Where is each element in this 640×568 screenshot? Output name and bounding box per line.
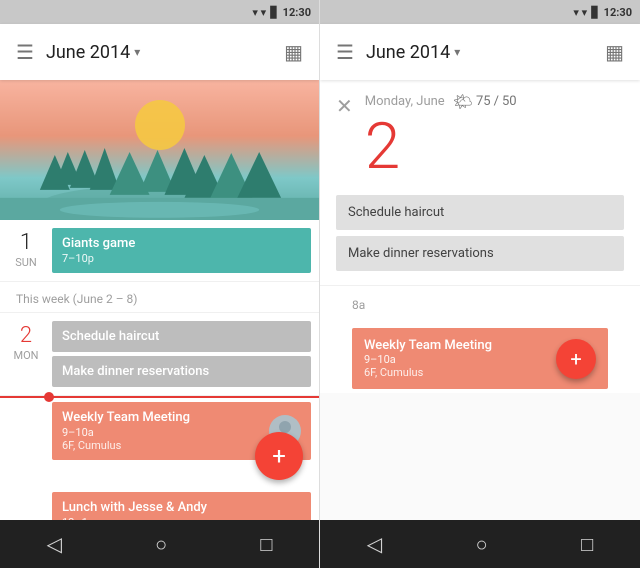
- time-left: 12:30: [283, 6, 311, 19]
- detail-dinner-reservations[interactable]: Make dinner reservations: [336, 236, 624, 271]
- month-year-left: June 2014: [46, 42, 130, 63]
- day-num-2: 2: [20, 325, 32, 347]
- back-button-right[interactable]: ◁: [351, 524, 398, 564]
- bottom-nav-left: ◁ ○ □: [0, 520, 319, 568]
- home-button-right[interactable]: ○: [460, 524, 504, 565]
- left-panel: ▾ ▾ ▊ 12:30 ☰ June 2014 ▾ ▦: [0, 0, 320, 568]
- date-text: Monday, June: [365, 94, 445, 109]
- day-name-2: Mon: [13, 349, 38, 362]
- home-button-left[interactable]: ○: [139, 524, 183, 565]
- right-panel-content: ✕ Monday, June 🌤 75 / 50 2 Schedule hair…: [320, 80, 640, 520]
- day-num-1: 1: [20, 232, 32, 254]
- day-number-col-2: 2 Mon: [0, 321, 52, 387]
- dinner-reservations-event[interactable]: Make dinner reservations: [52, 356, 311, 387]
- bottom-nav-right: ◁ ○ □: [320, 520, 640, 568]
- day-row-sunday: 1 Sun Giants game 7–10p: [0, 220, 319, 282]
- close-button[interactable]: ✕: [336, 94, 353, 118]
- detail-team-event-section: Weekly Team Meeting 9–10a 6F, Cumulus +: [320, 324, 640, 393]
- day-number-col-1: 1 Sun: [0, 228, 52, 273]
- app-bar-right: ☰ June 2014 ▾ ▦: [320, 24, 640, 80]
- lunch-event[interactable]: Lunch with Jesse & Andy 12–1p: [52, 492, 311, 520]
- giants-game-time: 7–10p: [62, 252, 301, 265]
- dropdown-arrow-right[interactable]: ▾: [454, 45, 460, 59]
- week-header: This week (June 2 – 8): [0, 282, 319, 313]
- events-col-1: Giants game 7–10p: [52, 228, 319, 273]
- status-bar-left: ▾ ▾ ▊ 12:30: [0, 0, 319, 24]
- detail-date-label: Monday, June 🌤 75 / 50: [365, 92, 624, 111]
- giants-game-event[interactable]: Giants game 7–10p: [52, 228, 311, 273]
- detail-team-location: 6F, Cumulus: [364, 366, 492, 379]
- dinner-reservations-title: Make dinner reservations: [62, 364, 301, 379]
- detail-day-number: 2: [365, 115, 624, 179]
- left-panel-content: 1 Sun Giants game 7–10p This week (June …: [0, 80, 319, 520]
- fab-button-right[interactable]: +: [556, 339, 596, 379]
- menu-icon-right[interactable]: ☰: [336, 40, 354, 64]
- weather-low: 50: [502, 94, 517, 109]
- time-section: 8a: [320, 285, 640, 324]
- hero-illustration: [0, 80, 319, 220]
- detail-events-list: Schedule haircut Make dinner reservation…: [320, 187, 640, 285]
- status-bar-right: ▾ ▾ ▊ 12:30: [320, 0, 640, 24]
- weather-badge: 🌤 75 / 50: [453, 92, 517, 111]
- team-meeting-location: 6F, Cumulus: [62, 439, 190, 452]
- fab-button-left[interactable]: +: [255, 432, 303, 480]
- back-button-left[interactable]: ◁: [31, 524, 78, 564]
- schedule-haircut-title: Schedule haircut: [62, 329, 301, 344]
- calendar-icon-left[interactable]: ▦: [284, 40, 303, 64]
- recent-button-right[interactable]: □: [565, 524, 609, 565]
- title-right: June 2014 ▾: [366, 42, 605, 63]
- detail-team-title: Weekly Team Meeting: [364, 338, 492, 353]
- right-panel: ▾ ▾ ▊ 12:30 ☰ June 2014 ▾ ▦ ✕ Monday, Ju…: [320, 0, 640, 568]
- day-name-1: Sun: [15, 256, 37, 269]
- detail-schedule-haircut[interactable]: Schedule haircut: [336, 195, 624, 230]
- menu-icon-left[interactable]: ☰: [16, 40, 34, 64]
- recent-button-left[interactable]: □: [244, 524, 288, 565]
- title-left: June 2014 ▾: [46, 42, 284, 63]
- team-meeting-time: 9–10a: [62, 426, 190, 439]
- team-meeting-row: Weekly Team Meeting 9–10a 6F, Cumulus +: [0, 398, 319, 464]
- time-right: 12:30: [604, 6, 632, 19]
- detail-team-time: 9–10a: [364, 353, 492, 366]
- weather-icon: 🌤: [453, 92, 473, 111]
- day-row-monday: 2 Mon Schedule haircut Make dinner reser…: [0, 313, 319, 520]
- lunch-title: Lunch with Jesse & Andy: [62, 500, 301, 515]
- team-meeting-title: Weekly Team Meeting: [62, 410, 190, 425]
- trees-svg: [0, 80, 319, 220]
- time-label-8a: 8a: [336, 294, 624, 316]
- calendar-icon-right[interactable]: ▦: [605, 40, 624, 64]
- events-col-2: Schedule haircut Make dinner reservation…: [52, 321, 319, 387]
- month-year-right: June 2014: [366, 42, 450, 63]
- detail-header: ✕ Monday, June 🌤 75 / 50 2: [320, 80, 640, 187]
- dropdown-arrow-left[interactable]: ▾: [134, 45, 140, 59]
- schedule-haircut-event[interactable]: Schedule haircut: [52, 321, 311, 352]
- giants-game-title: Giants game: [62, 236, 301, 251]
- weather-high: 75: [476, 94, 491, 109]
- weather-separator: /: [494, 94, 499, 109]
- detail-team-meeting-event[interactable]: Weekly Team Meeting 9–10a 6F, Cumulus +: [352, 328, 608, 389]
- detail-date-info: Monday, June 🌤 75 / 50 2: [365, 92, 624, 179]
- app-bar-left: ☰ June 2014 ▾ ▦: [0, 24, 319, 80]
